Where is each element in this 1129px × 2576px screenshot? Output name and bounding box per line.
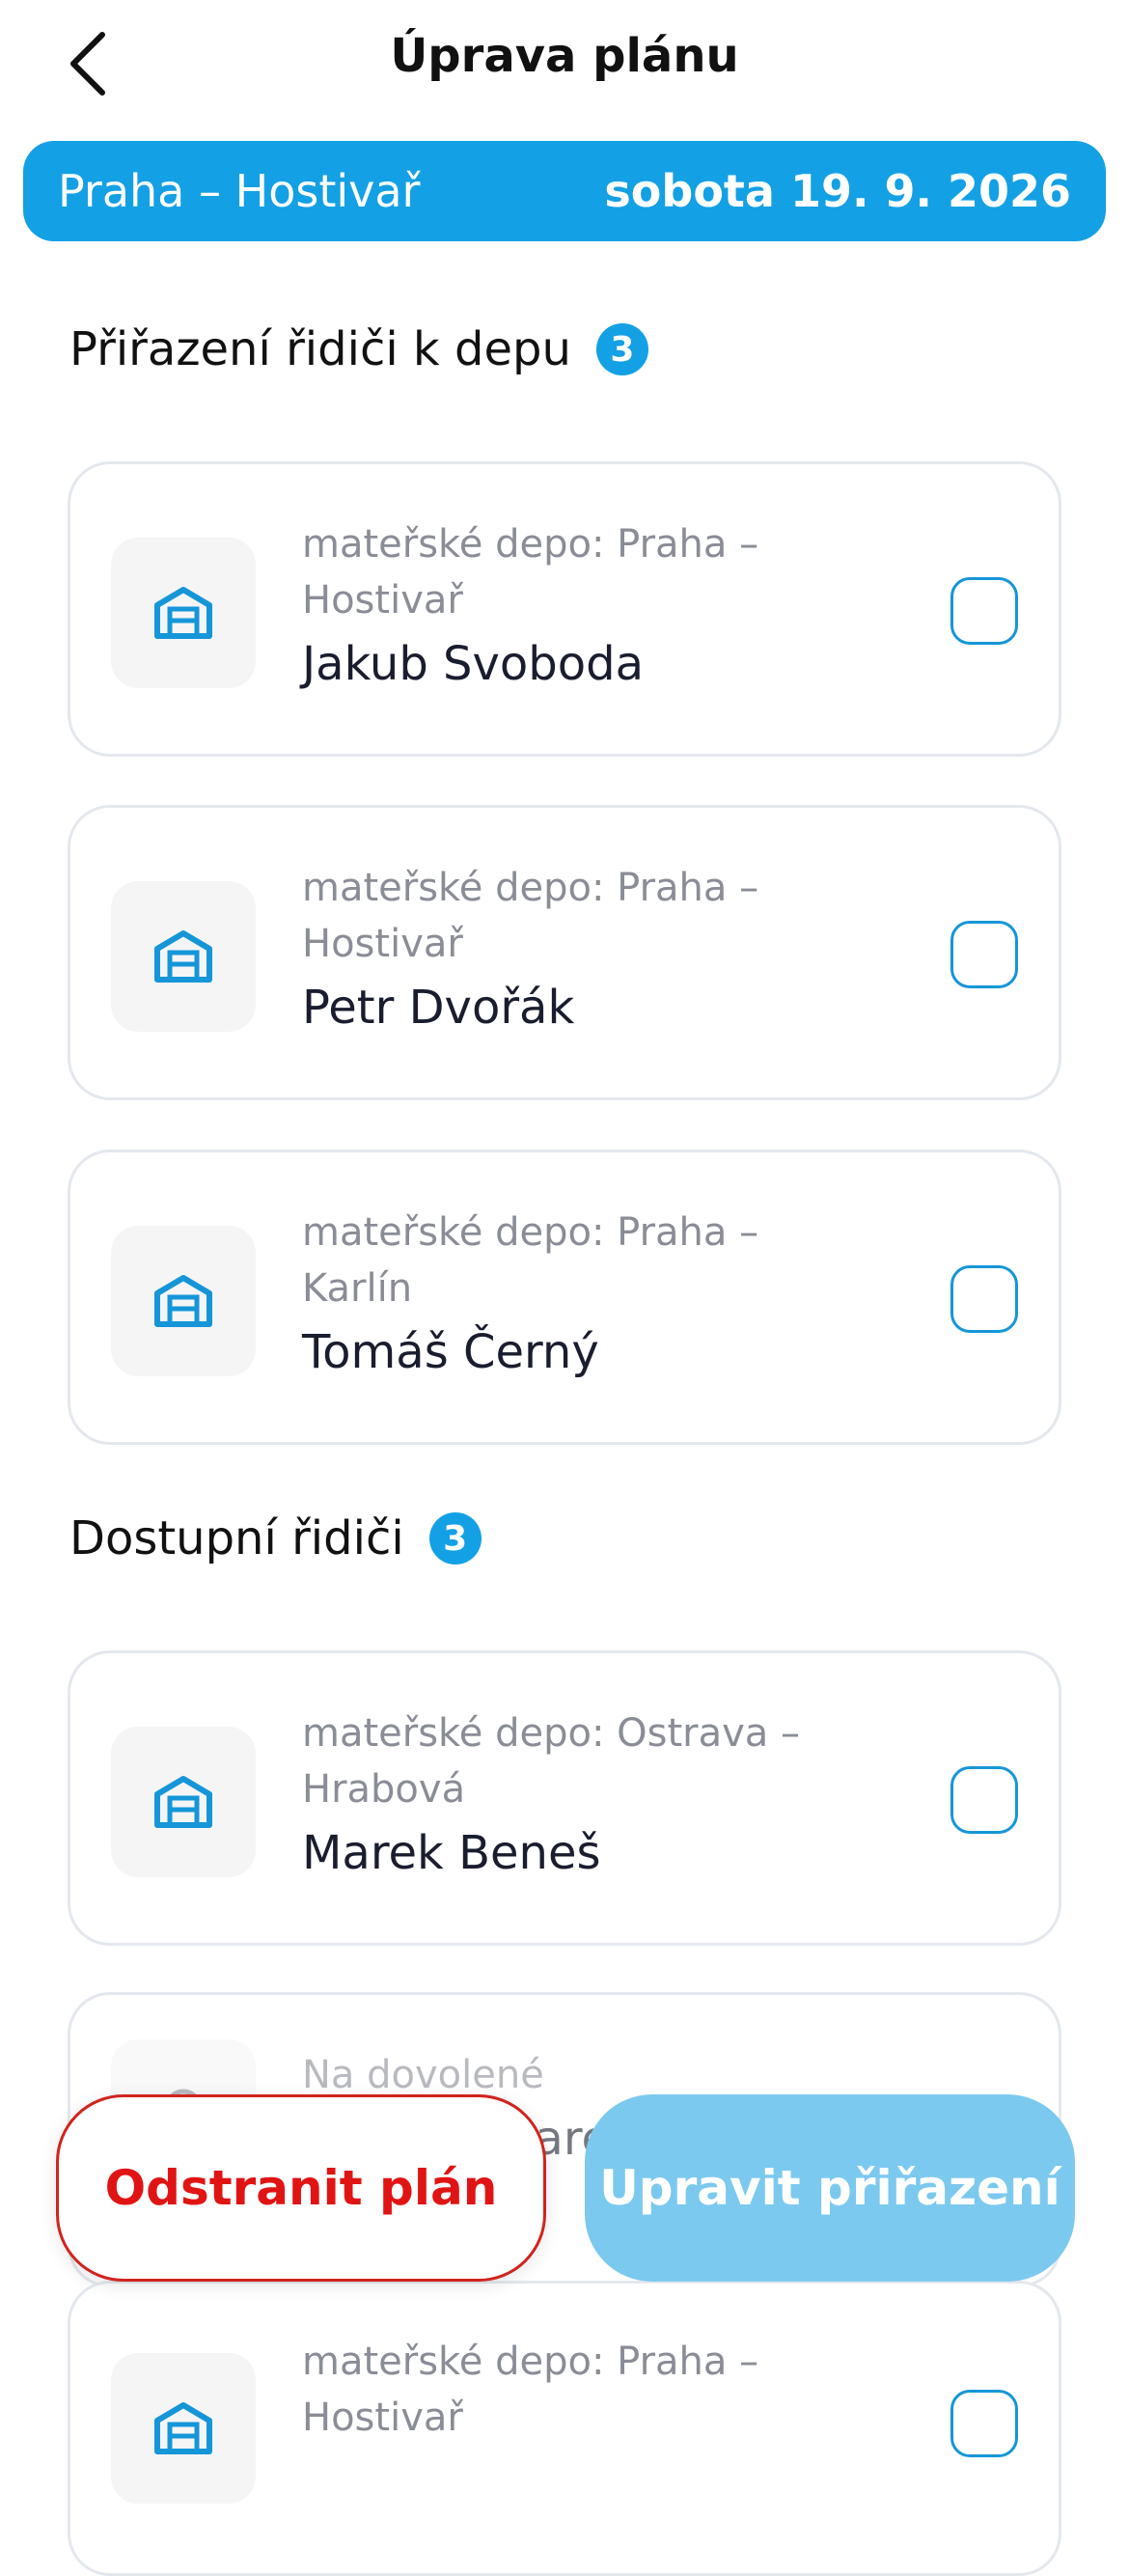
banner-depot: Praha – Hostivař bbox=[58, 165, 421, 217]
depot-icon-box bbox=[111, 881, 256, 1032]
page-title: Úprava plánu bbox=[390, 29, 739, 83]
driver-name: Tomáš Černý bbox=[302, 1325, 599, 1379]
available-count-badge: 3 bbox=[428, 1512, 482, 1565]
driver-card[interactable]: mateřské depo: Praha – Hostivař Petr Dvo… bbox=[68, 805, 1061, 1100]
section-available-title: Dostupní řidiči 3 bbox=[69, 1511, 482, 1565]
driver-depot: mateřské depo: Praha – Hostivař bbox=[302, 2340, 759, 2440]
garage-icon bbox=[154, 1275, 212, 1327]
plan-banner: Praha – Hostivař sobota 19. 9. 2026 bbox=[23, 141, 1106, 241]
driver-card[interactable]: mateřské depo: Praha – Karlín Tomáš Čern… bbox=[68, 1150, 1061, 1445]
section-assigned-label: Přiřazení řidiči k depu bbox=[69, 322, 571, 376]
section-assigned-title: Přiřazení řidiči k depu 3 bbox=[69, 322, 648, 376]
edit-assignment-button[interactable]: Upravit přiřazení bbox=[585, 2094, 1075, 2282]
depot-icon-box bbox=[111, 538, 256, 688]
delete-plan-button[interactable]: Odstranit plán bbox=[56, 2094, 546, 2282]
garage-icon bbox=[154, 930, 212, 983]
assigned-count-badge: 3 bbox=[595, 323, 648, 375]
banner-date: sobota 19. 9. 2026 bbox=[604, 165, 1071, 217]
driver-checkbox[interactable] bbox=[950, 577, 1018, 645]
garage-icon bbox=[154, 587, 212, 639]
driver-card[interactable]: mateřské depo: Praha – Hostivař Jakub Sv… bbox=[68, 461, 1061, 757]
driver-card[interactable]: mateřské depo: Praha – Hostivař bbox=[68, 2281, 1061, 2576]
section-available-label: Dostupní řidiči bbox=[69, 1511, 404, 1565]
driver-checkbox[interactable] bbox=[950, 1265, 1018, 1333]
depot-icon-box bbox=[111, 1226, 256, 1376]
driver-card[interactable]: mateřské depo: Ostrava – Hrabová Marek B… bbox=[68, 1650, 1061, 1946]
driver-depot: mateřské depo: Praha – Karlín bbox=[302, 1210, 759, 1311]
driver-depot: mateřské depo: Ostrava – Hrabová bbox=[302, 1711, 801, 1812]
header: Úprava plánu bbox=[0, 0, 1129, 125]
driver-checkbox[interactable] bbox=[950, 2390, 1018, 2457]
driver-checkbox[interactable] bbox=[950, 1766, 1018, 1834]
driver-checkbox[interactable] bbox=[950, 921, 1018, 988]
driver-depot: mateřské depo: Praha – Hostivař bbox=[302, 866, 759, 966]
driver-depot: mateřské depo: Praha – Hostivař bbox=[302, 522, 759, 623]
depot-icon-box bbox=[111, 2353, 256, 2504]
driver-name: Marek Beneš bbox=[302, 1826, 601, 1880]
garage-icon bbox=[154, 2402, 212, 2454]
driver-name: Petr Dvořák bbox=[302, 981, 575, 1035]
driver-name: Jakub Svoboda bbox=[302, 637, 644, 691]
garage-icon bbox=[154, 1776, 212, 1828]
depot-icon-box bbox=[111, 1727, 256, 1877]
